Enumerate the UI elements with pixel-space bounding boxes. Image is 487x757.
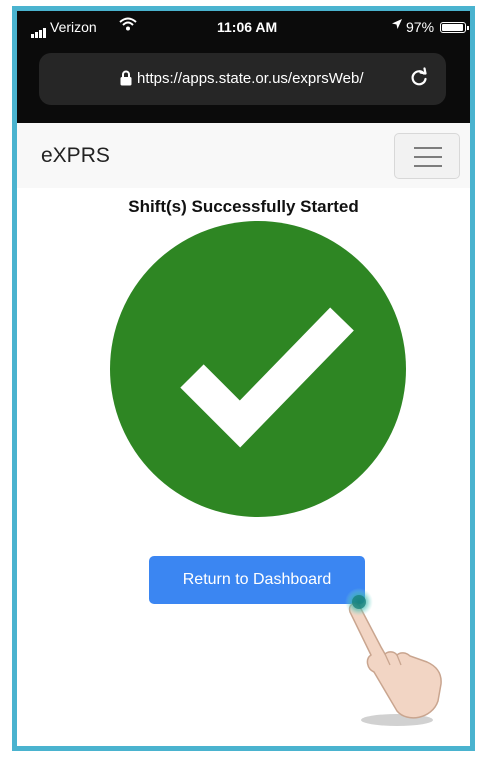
status-time: 11:06 AM xyxy=(217,19,278,35)
brand-logo[interactable]: eXPRS xyxy=(41,144,110,168)
phone-top-area: Verizon 11:06 AM 97% https://apps.state.… xyxy=(17,11,470,123)
browser-url-bar[interactable]: https://apps.state.or.us/exprsWeb/ xyxy=(39,53,446,105)
return-to-dashboard-button[interactable]: Return to Dashboard xyxy=(149,556,365,604)
url-text[interactable]: https://apps.state.or.us/exprsWeb/ xyxy=(137,70,364,87)
battery-percent: 97% xyxy=(406,19,435,35)
battery-icon xyxy=(440,22,469,33)
wifi-icon xyxy=(119,17,137,34)
app-navbar: eXPRS xyxy=(17,123,470,188)
carrier-name: Verizon xyxy=(50,19,97,35)
hand-pointer-icon xyxy=(337,579,447,729)
reload-icon[interactable] xyxy=(408,67,430,89)
status-bar: Verizon 11:06 AM 97% xyxy=(17,11,470,41)
lock-icon xyxy=(120,70,132,88)
checkmark-circle-icon xyxy=(110,221,406,517)
hamburger-menu-icon[interactable] xyxy=(394,133,460,179)
page-title: Shift(s) Successfully Started xyxy=(128,197,359,216)
screenshot-frame: Verizon 11:06 AM 97% https://apps.state.… xyxy=(12,6,475,751)
location-arrow-icon xyxy=(391,18,403,33)
signal-bars-icon xyxy=(31,22,47,38)
